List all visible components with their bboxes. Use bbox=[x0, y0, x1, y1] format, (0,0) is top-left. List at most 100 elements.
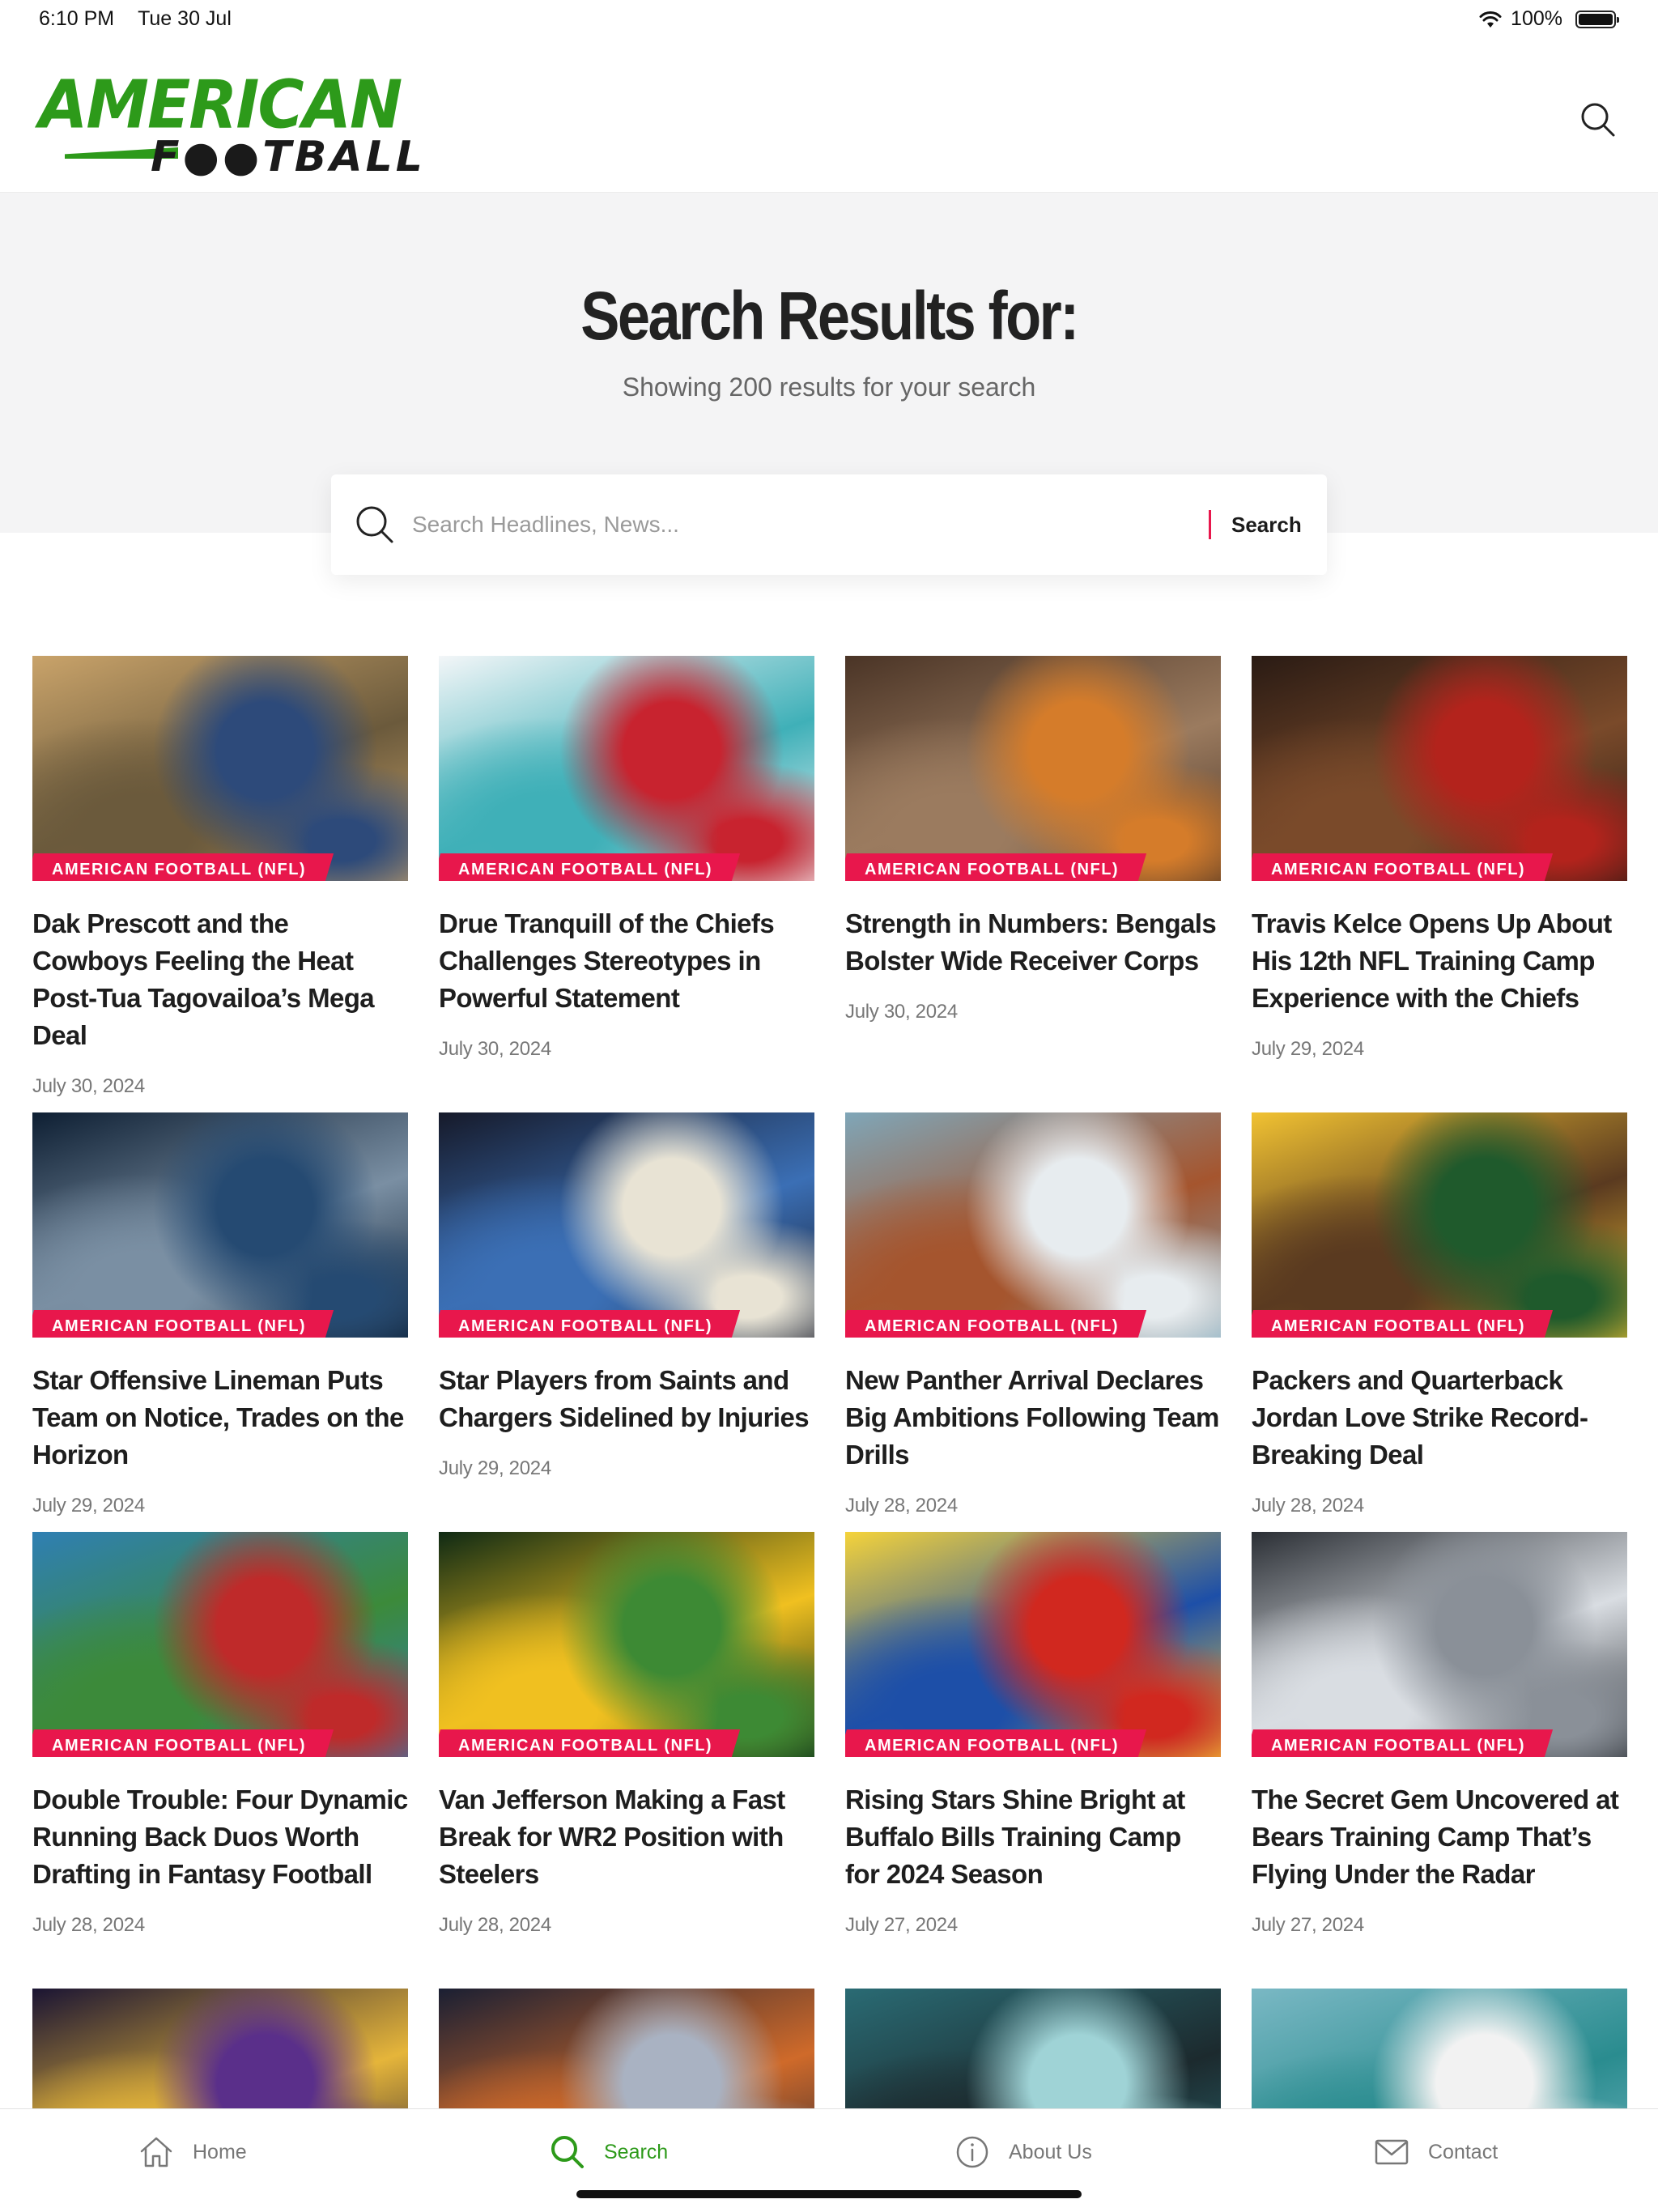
article-image bbox=[32, 1532, 408, 1757]
article-card[interactable]: AMERICAN FOOTBALL (NFL) New Panther Arriv… bbox=[845, 1112, 1221, 1517]
article-title[interactable]: Van Jefferson Making a Fast Break for WR… bbox=[439, 1781, 814, 1893]
article-image bbox=[32, 1112, 408, 1338]
article-thumbnail[interactable]: AMERICAN FOOTBALL (NFL) bbox=[32, 1532, 408, 1757]
article-title[interactable]: Rising Stars Shine Bright at Buffalo Bil… bbox=[845, 1781, 1221, 1893]
article-title[interactable]: Drue Tranquill of the Chiefs Challenges … bbox=[439, 905, 814, 1017]
article-title[interactable]: Star Players from Saints and Chargers Si… bbox=[439, 1362, 814, 1436]
article-title[interactable]: Dak Prescott and the Cowboys Feeling the… bbox=[32, 905, 408, 1054]
status-time: 6:10 PM bbox=[39, 7, 115, 30]
article-thumbnail[interactable]: AMERICAN FOOTBALL (NFL) bbox=[1252, 1532, 1627, 1757]
article-image bbox=[439, 1112, 814, 1338]
logo-line-1: AMERICAN bbox=[39, 66, 402, 144]
article-date: July 27, 2024 bbox=[845, 1914, 958, 1936]
article-image bbox=[845, 656, 1221, 881]
category-badge[interactable]: AMERICAN FOOTBALL (NFL) bbox=[845, 1729, 1146, 1757]
search-divider bbox=[1209, 510, 1211, 539]
article-date: July 28, 2024 bbox=[1252, 1495, 1364, 1516]
article-thumbnail[interactable]: AMERICAN FOOTBALL (NFL) bbox=[845, 1112, 1221, 1338]
tab-about-us[interactable]: About Us bbox=[954, 2132, 1092, 2172]
search-button[interactable]: Search bbox=[1223, 507, 1310, 542]
article-date: July 28, 2024 bbox=[845, 1495, 958, 1516]
tab-about-us-label: About Us bbox=[1009, 2140, 1092, 2163]
article-date: July 30, 2024 bbox=[845, 1001, 958, 1023]
site-logo[interactable]: AMERICAN F●●TBALL bbox=[32, 71, 423, 180]
category-badge[interactable]: AMERICAN FOOTBALL (NFL) bbox=[32, 853, 334, 881]
status-bar: 6:10 PM Tue 30 Jul 100% bbox=[0, 0, 1658, 37]
article-image bbox=[845, 1532, 1221, 1757]
article-date: July 29, 2024 bbox=[1252, 1038, 1364, 1060]
search-icon[interactable] bbox=[1579, 100, 1618, 139]
article-card[interactable]: AMERICAN FOOTBALL (NFL) Rising Stars Shin… bbox=[845, 1532, 1221, 1937]
article-title[interactable]: Star Offensive Lineman Puts Team on Noti… bbox=[32, 1362, 408, 1474]
wifi-icon bbox=[1479, 11, 1502, 28]
article-thumbnail[interactable]: AMERICAN FOOTBALL (NFL) bbox=[845, 656, 1221, 881]
search-icon bbox=[356, 506, 393, 543]
battery-percent: 100% bbox=[1511, 7, 1562, 30]
article-image bbox=[1252, 1532, 1627, 1757]
article-card[interactable]: AMERICAN FOOTBALL (NFL) Travis Kelce Open… bbox=[1252, 656, 1627, 1061]
article-thumbnail[interactable]: AMERICAN FOOTBALL (NFL) bbox=[32, 1112, 408, 1338]
search-form: Search bbox=[331, 474, 1327, 575]
article-card[interactable]: AMERICAN FOOTBALL (NFL) Star Offensive Li… bbox=[32, 1112, 408, 1517]
results-count: Showing 200 results for your search bbox=[622, 372, 1036, 402]
category-badge[interactable]: AMERICAN FOOTBALL (NFL) bbox=[1252, 1310, 1553, 1338]
page-title: Search Results for: bbox=[580, 278, 1079, 354]
tab-search-label: Search bbox=[604, 2140, 669, 2163]
article-image bbox=[845, 1112, 1221, 1338]
article-date: July 29, 2024 bbox=[439, 1457, 551, 1479]
article-thumbnail[interactable]: AMERICAN FOOTBALL (NFL) bbox=[439, 1112, 814, 1338]
article-date: July 28, 2024 bbox=[32, 1914, 145, 1936]
search-icon bbox=[551, 2136, 584, 2168]
article-image bbox=[439, 1532, 814, 1757]
mail-icon bbox=[1375, 2139, 1409, 2165]
article-date: July 29, 2024 bbox=[32, 1495, 145, 1516]
article-thumbnail[interactable]: AMERICAN FOOTBALL (NFL) bbox=[1252, 1112, 1627, 1338]
tab-search[interactable]: Search bbox=[549, 2132, 668, 2172]
article-card[interactable]: AMERICAN FOOTBALL (NFL) Packers and Quart… bbox=[1252, 1112, 1627, 1517]
home-icon bbox=[140, 2137, 172, 2167]
tab-contact-label: Contact bbox=[1428, 2140, 1499, 2163]
category-badge[interactable]: AMERICAN FOOTBALL (NFL) bbox=[1252, 853, 1553, 881]
article-card[interactable]: AMERICAN FOOTBALL (NFL) Star Players from… bbox=[439, 1112, 814, 1480]
article-image bbox=[1252, 656, 1627, 881]
search-input[interactable] bbox=[412, 497, 1173, 552]
article-card[interactable]: AMERICAN FOOTBALL (NFL) The Secret Gem Un… bbox=[1252, 1532, 1627, 1937]
article-thumbnail[interactable]: AMERICAN FOOTBALL (NFL) bbox=[845, 1532, 1221, 1757]
article-date: July 30, 2024 bbox=[32, 1075, 145, 1097]
battery-icon bbox=[1575, 10, 1619, 28]
article-title[interactable]: Travis Kelce Opens Up About His 12th NFL… bbox=[1252, 905, 1627, 1017]
article-title[interactable]: The Secret Gem Uncovered at Bears Traini… bbox=[1252, 1781, 1627, 1893]
logo-line-2: F●●TBALL bbox=[151, 133, 426, 181]
category-badge[interactable]: AMERICAN FOOTBALL (NFL) bbox=[845, 1310, 1146, 1338]
article-title[interactable]: Packers and Quarterback Jordan Love Stri… bbox=[1252, 1362, 1627, 1474]
article-card[interactable]: AMERICAN FOOTBALL (NFL) Dak Prescott and … bbox=[32, 656, 408, 1098]
tab-home-label: Home bbox=[193, 2140, 247, 2163]
category-badge[interactable]: AMERICAN FOOTBALL (NFL) bbox=[845, 853, 1146, 881]
category-badge[interactable]: AMERICAN FOOTBALL (NFL) bbox=[32, 1310, 334, 1338]
category-badge[interactable]: AMERICAN FOOTBALL (NFL) bbox=[439, 1729, 740, 1757]
article-title[interactable]: New Panther Arrival Declares Big Ambitio… bbox=[845, 1362, 1221, 1474]
article-card[interactable]: AMERICAN FOOTBALL (NFL) Strength in Numbe… bbox=[845, 656, 1221, 1023]
article-thumbnail[interactable]: AMERICAN FOOTBALL (NFL) bbox=[32, 656, 408, 881]
article-title[interactable]: Double Trouble: Four Dynamic Running Bac… bbox=[32, 1781, 408, 1893]
category-badge[interactable]: AMERICAN FOOTBALL (NFL) bbox=[1252, 1729, 1553, 1757]
tab-home[interactable]: Home bbox=[138, 2132, 247, 2172]
page: 6:10 PM Tue 30 Jul 100% AMERICAN F●●TBAL… bbox=[0, 0, 1658, 2212]
article-card[interactable]: AMERICAN FOOTBALL (NFL) Drue Tranquill of… bbox=[439, 656, 814, 1061]
article-card[interactable]: AMERICAN FOOTBALL (NFL) Double Trouble: F… bbox=[32, 1532, 408, 1937]
article-thumbnail[interactable]: AMERICAN FOOTBALL (NFL) bbox=[439, 1532, 814, 1757]
article-image bbox=[1252, 1112, 1627, 1338]
article-date: July 28, 2024 bbox=[439, 1914, 551, 1936]
article-image bbox=[32, 656, 408, 881]
article-title[interactable]: Strength in Numbers: Bengals Bolster Wid… bbox=[845, 905, 1221, 980]
article-image bbox=[439, 656, 814, 881]
status-date: Tue 30 Jul bbox=[138, 7, 232, 30]
category-badge[interactable]: AMERICAN FOOTBALL (NFL) bbox=[439, 1310, 740, 1338]
site-header: AMERICAN F●●TBALL bbox=[0, 37, 1658, 193]
category-badge[interactable]: AMERICAN FOOTBALL (NFL) bbox=[32, 1729, 334, 1757]
article-card[interactable]: AMERICAN FOOTBALL (NFL) Van Jefferson Mak… bbox=[439, 1532, 814, 1937]
tab-contact[interactable]: Contact bbox=[1373, 2132, 1498, 2172]
article-thumbnail[interactable]: AMERICAN FOOTBALL (NFL) bbox=[439, 656, 814, 881]
article-thumbnail[interactable]: AMERICAN FOOTBALL (NFL) bbox=[1252, 656, 1627, 881]
category-badge[interactable]: AMERICAN FOOTBALL (NFL) bbox=[439, 853, 740, 881]
